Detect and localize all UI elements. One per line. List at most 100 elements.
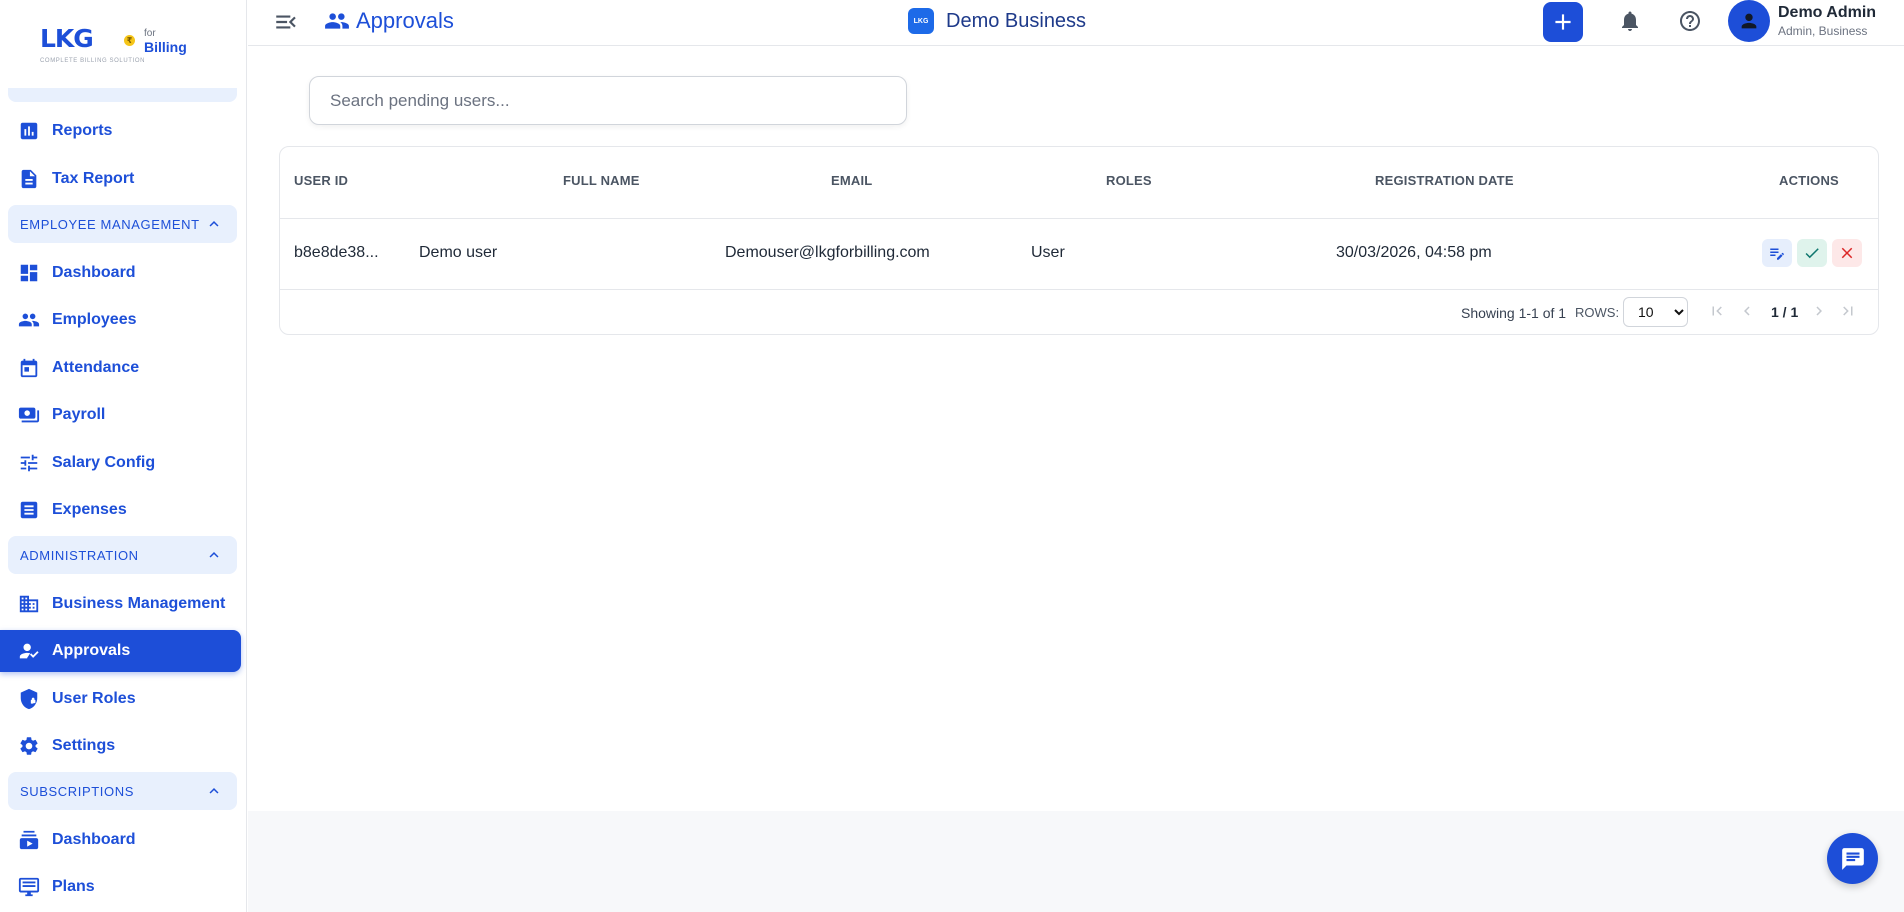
section-title: EMPLOYEE MANAGEMENT <box>20 216 200 232</box>
sidebar-item-business-management[interactable]: Business Management <box>0 583 241 625</box>
shield-icon <box>18 688 40 710</box>
sidebar-item-expenses[interactable]: Expenses <box>0 489 241 531</box>
edit-roles-button[interactable] <box>1762 239 1792 267</box>
sidebar-item-label: Expenses <box>52 501 127 518</box>
logo-text: LKG <box>40 24 94 53</box>
sidebar-item-label: Employees <box>52 311 137 328</box>
sidebar-item-reports[interactable]: Reports <box>0 110 241 152</box>
approve-button[interactable] <box>1797 239 1827 267</box>
page-indicator: 1 / 1 <box>1771 304 1799 320</box>
sidebar-item-settings[interactable]: Settings <box>0 725 241 767</box>
sidebar-item-label: Dashboard <box>52 264 136 281</box>
sidebar: LKG ₹ for Billing COMPLETE BILLING SOLUT… <box>0 0 247 912</box>
section-title: SUBSCRIPTIONS <box>20 783 134 799</box>
help-icon <box>1680 11 1700 31</box>
chevron-up-icon <box>209 552 219 558</box>
sidebar-item-label: Settings <box>52 737 116 754</box>
first-page-icon <box>1712 306 1722 316</box>
sidebar-item-label: Plans <box>52 878 95 895</box>
sidebar-item-approvals[interactable]: Approvals <box>0 630 241 672</box>
business-logo: LKG <box>908 8 934 34</box>
sidebar-item-label: Tax Report <box>52 170 135 187</box>
collapse-menu-icon[interactable] <box>272 9 300 35</box>
chevron-up-icon <box>209 221 219 227</box>
section-subscriptions[interactable]: SUBSCRIPTIONS <box>8 772 237 810</box>
column-header-registration-date[interactable]: REGISTRATION DATE <box>1375 173 1514 188</box>
avatar[interactable] <box>1728 0 1770 42</box>
reject-button[interactable] <box>1832 239 1862 267</box>
first-page-button[interactable] <box>1706 300 1728 322</box>
business-name: Demo Business <box>946 9 1087 32</box>
sidebar-item-salary-config[interactable]: Salary Config <box>0 442 241 484</box>
sidebar-item-payroll[interactable]: Payroll <box>0 394 241 436</box>
sidebar-item-label: Reports <box>52 122 113 139</box>
document-icon <box>18 168 40 190</box>
sidebar-item-attendance[interactable]: Attendance <box>0 347 241 389</box>
page-title-text: Approvals <box>356 8 454 33</box>
page-title: Approvals <box>324 8 454 34</box>
pending-users-table: USER ID FULL NAME EMAIL ROLES REGISTRATI… <box>279 146 1879 335</box>
plans-icon <box>18 876 40 898</box>
chat-button[interactable] <box>1827 833 1878 884</box>
sidebar-item-label: Attendance <box>52 359 140 376</box>
logo-billing-text: Billing <box>144 39 187 55</box>
person-icon <box>1741 13 1757 29</box>
divider <box>280 218 1878 219</box>
chat-icon <box>1841 847 1864 870</box>
logo-coin-icon: ₹ <box>124 35 135 46</box>
sidebar-item-tax-report[interactable]: Tax Report <box>0 158 241 200</box>
pagination-summary: Showing 1-1 of 1 <box>1461 305 1567 321</box>
cell-email: Demouser@lkgforbilling.com <box>725 244 930 261</box>
sidebar-item-label: Approvals <box>52 642 131 659</box>
add-button[interactable] <box>1543 2 1583 42</box>
divider <box>280 289 1878 290</box>
building-icon <box>18 593 40 615</box>
sidebar-item-label: Business Management <box>52 595 226 612</box>
section-title: ADMINISTRATION <box>20 547 139 563</box>
last-page-icon <box>1843 306 1853 316</box>
people-icon <box>18 309 40 331</box>
bell-icon <box>1622 11 1638 31</box>
column-header-roles[interactable]: ROLES <box>1106 173 1152 188</box>
section-administration[interactable]: ADMINISTRATION <box>8 536 237 574</box>
sidebar-item-label: User Roles <box>52 690 136 707</box>
sidebar-item-label: Dashboard <box>52 831 136 848</box>
last-page-button[interactable] <box>1837 300 1859 322</box>
top-bar: Approvals LKG Demo Business Demo Admin A… <box>248 0 1904 46</box>
sidebar-item-label: Salary Config <box>52 454 156 471</box>
rows-per-page-select[interactable]: 10 25 50 <box>1623 297 1688 327</box>
bar-chart-icon <box>18 120 40 142</box>
business-switcher[interactable]: LKG Demo Business <box>908 8 1086 34</box>
column-header-full-name[interactable]: FULL NAME <box>563 173 640 188</box>
sidebar-item-employees[interactable]: Employees <box>0 299 241 341</box>
plus-icon <box>1555 14 1571 30</box>
user-check-icon <box>18 640 40 662</box>
search-input[interactable] <box>309 76 907 125</box>
next-page-button[interactable] <box>1808 300 1830 322</box>
gear-icon <box>18 735 40 757</box>
user-roles: Admin, Business <box>1778 24 1868 38</box>
sidebar-item-label: Payroll <box>52 406 106 423</box>
sidebar-item-user-roles[interactable]: User Roles <box>0 678 241 720</box>
column-header-user-id[interactable]: USER ID <box>294 173 348 188</box>
user-name[interactable]: Demo Admin <box>1778 4 1876 22</box>
previous-page-button[interactable] <box>1736 300 1758 322</box>
column-header-actions: ACTIONS <box>1779 173 1839 188</box>
subscriptions-icon <box>18 829 40 851</box>
dashboard-icon <box>18 262 40 284</box>
app-logo[interactable]: LKG ₹ for Billing COMPLETE BILLING SOLUT… <box>0 0 246 88</box>
notifications-button[interactable] <box>1618 9 1644 35</box>
logo-for-text: for <box>144 28 156 39</box>
sidebar-item-employee-dashboard[interactable]: Dashboard <box>0 252 241 294</box>
sidebar-item-plans[interactable]: Plans <box>0 866 241 908</box>
chevron-up-icon <box>209 788 219 794</box>
footer-area <box>248 811 1904 912</box>
sidebar-item-subscriptions-dashboard[interactable]: Dashboard <box>0 819 241 861</box>
chevron-left-icon <box>1744 306 1750 316</box>
help-button[interactable] <box>1678 9 1704 35</box>
payroll-icon <box>18 404 40 426</box>
check-icon <box>1805 248 1819 259</box>
cell-user-id: b8e8de38... <box>294 244 379 261</box>
column-header-email[interactable]: EMAIL <box>831 173 872 188</box>
section-employee-management[interactable]: EMPLOYEE MANAGEMENT <box>8 205 237 243</box>
